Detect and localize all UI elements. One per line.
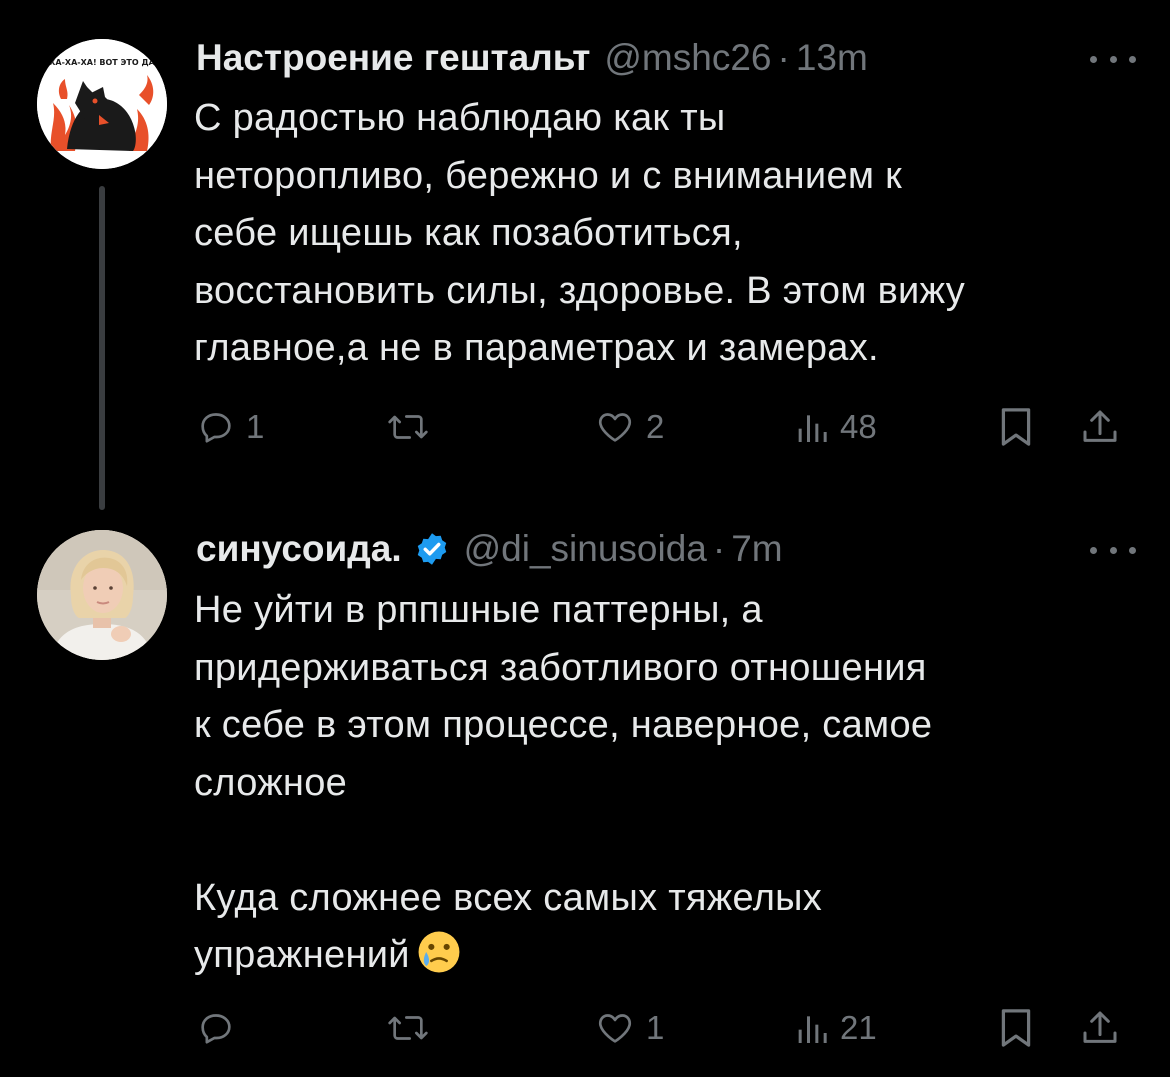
tweet-text-line: С радостью наблюдаю как ты	[194, 97, 726, 139]
separator-dot: ·	[712, 528, 726, 569]
reply-count: 1	[246, 408, 265, 445]
crying-face-emoji-icon	[418, 931, 460, 973]
tweet-text: С радостью наблюдаю как ты неторопливо, …	[194, 90, 1144, 378]
thread-connector-line	[99, 186, 105, 510]
retweet-button[interactable]	[386, 404, 440, 450]
action-bar: 1 2 48	[196, 404, 1136, 450]
user-handle[interactable]: @di_sinusoida	[464, 528, 707, 570]
retweet-button[interactable]	[386, 1005, 440, 1051]
heart-icon	[598, 413, 632, 442]
action-bar: 1 21	[196, 1005, 1136, 1051]
reply-icon	[201, 1014, 231, 1044]
like-count: 1	[646, 1009, 665, 1046]
share-icon	[1083, 1011, 1117, 1043]
views-button[interactable]: 21	[794, 1005, 877, 1051]
tweet-text-line: главное,а не в параметрах и замерах.	[194, 327, 879, 369]
share-icon	[1083, 410, 1117, 442]
views-count: 48	[840, 408, 877, 445]
reply-button[interactable]: 1	[196, 404, 264, 450]
heart-icon	[598, 1014, 632, 1043]
views-button[interactable]: 48	[794, 404, 877, 450]
tweet-text-line: восстановить силы, здоровье. В этом вижу	[194, 269, 966, 312]
separator-dot: ·	[777, 37, 790, 78]
verified-badge-icon[interactable]	[414, 531, 450, 567]
display-name[interactable]: Настроение гештальт	[196, 37, 590, 79]
views-chart-icon	[798, 1016, 827, 1043]
more-options-icon[interactable]	[1090, 535, 1136, 565]
views-count: 21	[840, 1009, 877, 1046]
bookmark-icon	[1001, 408, 1031, 446]
like-button[interactable]: 2	[594, 404, 664, 450]
tweet-header: синусоида. @di_sinusoida · 7m	[196, 525, 783, 573]
wolf-fire-avatar-icon: ХА-ХА-ХА! ВОТ ЭТО ДА	[37, 39, 167, 169]
timestamp[interactable]: 13m	[796, 37, 868, 79]
avatar-caption: ХА-ХА-ХА! ВОТ ЭТО ДА	[49, 58, 155, 67]
reply-button[interactable]	[196, 1005, 246, 1051]
share-button[interactable]	[1080, 404, 1120, 450]
tweet-text-line: Куда сложнее всех самых тяжелых	[194, 876, 823, 919]
views-chart-icon	[798, 415, 827, 442]
tweet-2[interactable]: синусоида. @di_sinusoida · 7m Не уйти в …	[0, 520, 1170, 1077]
tweet-1[interactable]: ХА-ХА-ХА! ВОТ ЭТО ДА Настроение гештальт…	[0, 0, 1170, 510]
tweet-text-line: себе ищешь как позаботиться,	[194, 212, 743, 254]
tweet-text-line: сложное	[194, 761, 348, 804]
tweet-text-line: к себе в этом процессе, наверное, самое	[194, 704, 933, 746]
timestamp[interactable]: 7m	[731, 528, 782, 570]
tweet-text-line: упражнений	[194, 927, 1144, 985]
bookmark-button[interactable]	[998, 1005, 1034, 1051]
tweet-text-line: Не уйти в рппшные паттерны, а	[194, 589, 763, 631]
bookmark-icon	[1001, 1009, 1031, 1047]
woman-portrait-avatar-icon	[37, 530, 167, 660]
like-button[interactable]: 1	[594, 1005, 664, 1051]
more-options-icon[interactable]	[1090, 44, 1136, 74]
retweet-icon	[388, 1016, 428, 1040]
tweet-text-line: неторопливо, бережно и с вниманием к	[194, 154, 903, 197]
bookmark-button[interactable]	[998, 404, 1034, 450]
tweet-header: Настроение гештальт @mshc26 · 13m	[196, 34, 868, 82]
share-button[interactable]	[1080, 1005, 1120, 1051]
display-name[interactable]: синусоида.	[196, 528, 402, 570]
reply-icon	[201, 413, 231, 443]
tweet-text: Не уйти в рппшные паттерны, а придержива…	[194, 582, 1144, 985]
like-count: 2	[646, 408, 665, 445]
retweet-icon	[388, 415, 428, 439]
avatar-mshc26[interactable]: ХА-ХА-ХА! ВОТ ЭТО ДА	[37, 39, 167, 169]
avatar-di-sinusoida[interactable]	[37, 530, 167, 660]
tweet-text-line: придерживаться заботливого отношения	[194, 646, 927, 689]
tweet-text-fragment: упражнений	[194, 934, 410, 976]
user-handle[interactable]: @mshc26	[604, 37, 771, 79]
